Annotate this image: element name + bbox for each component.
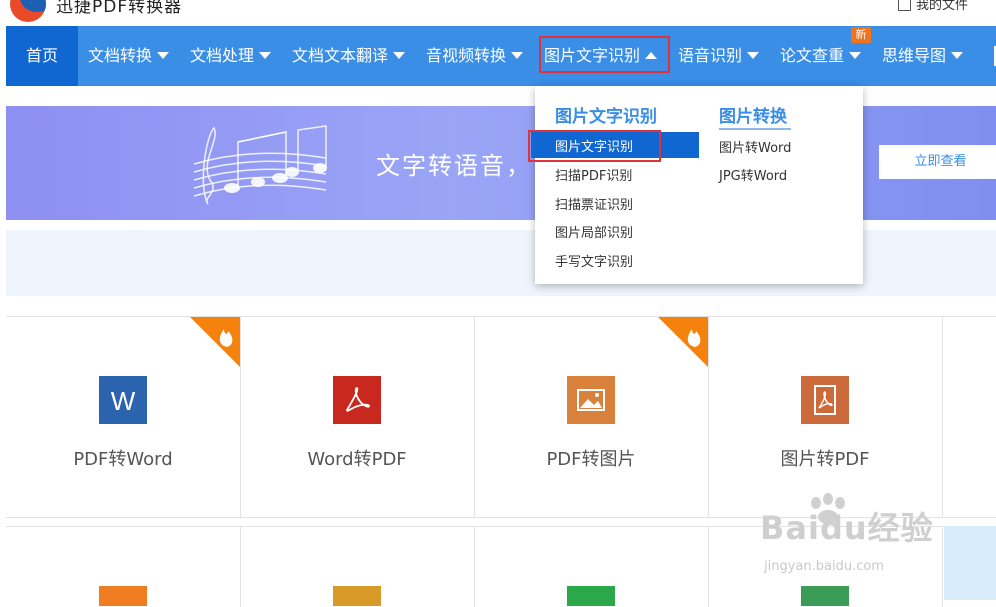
nav-item-mind-map[interactable]: 思维导图: [882, 26, 964, 86]
dropdown-item-handwriting-ocr[interactable]: 手写文字识别: [555, 251, 633, 270]
new-badge: 新: [851, 27, 871, 43]
main-nav: 首页 文档转换 文档处理 文档文本翻译 音视频转换 图片文字识别 语音识别 论文…: [6, 26, 996, 86]
nav-item-paper-check[interactable]: 论文查重: [780, 26, 862, 86]
chevron-down-icon: [747, 52, 760, 59]
svg-text:W: W: [111, 386, 136, 416]
document-icon[interactable]: [333, 586, 381, 606]
tool-label: 图片转PDF: [780, 449, 870, 470]
ppt-icon[interactable]: [99, 586, 147, 606]
chevron-down-icon: [849, 52, 862, 59]
watermark-url: jingyan.baidu.com: [764, 559, 884, 574]
pdf-icon: [333, 376, 381, 424]
brand-name[interactable]: 迅捷PDF转换器: [56, 0, 182, 17]
tool-grid: W PDF转Word Word转PDF PDF转图片 图片转PDF: [6, 316, 996, 518]
hot-fire-icon: [658, 317, 708, 367]
hot-fire-icon: [190, 317, 240, 367]
dropdown-item-scan-pdf-ocr[interactable]: 扫描PDF识别: [555, 165, 632, 184]
dropdown-item-image-to-word[interactable]: 图片转Word: [719, 137, 791, 156]
watermark-brand: Baidu经验: [760, 509, 934, 547]
my-files-link[interactable]: 我的文件: [897, 0, 968, 13]
banner-headline: 文字转语音，: [376, 152, 532, 180]
view-now-button[interactable]: 立即查看: [879, 145, 996, 179]
chevron-down-icon: [511, 52, 524, 59]
chevron-down-icon: [951, 52, 964, 59]
nav-item-home[interactable]: 首页: [6, 26, 78, 86]
highlight-box-nav: [539, 36, 670, 73]
tool-label: PDF转Word: [73, 449, 173, 470]
chevron-down-icon: [157, 52, 170, 59]
grid-divider: [240, 317, 241, 517]
my-files-label: 我的文件: [915, 0, 968, 13]
highlight-box-dropdown: [528, 130, 661, 162]
excel-icon[interactable]: [567, 586, 615, 606]
heading-underline: [719, 128, 791, 130]
dropdown-heading-ocr: 图片文字识别: [555, 107, 657, 127]
nav-item-doc-translate[interactable]: 文档文本翻译: [292, 26, 406, 86]
file-icon[interactable]: [801, 586, 849, 606]
grid-divider: [240, 527, 241, 607]
top-bar: 迅捷PDF转换器 我的文件: [0, 0, 996, 26]
dropdown-item-partial-image-ocr[interactable]: 图片局部识别: [555, 222, 633, 241]
chevron-down-icon: [393, 52, 406, 59]
pdf-icon: [801, 376, 849, 424]
grid-divider: [942, 317, 943, 517]
nav-item-speech-recognition[interactable]: 语音识别: [678, 26, 760, 86]
dropdown-heading-image-convert: 图片转换: [719, 107, 787, 127]
grid-divider: [474, 317, 475, 517]
app-logo-icon[interactable]: [10, 0, 46, 22]
tool-label: Word转PDF: [307, 449, 407, 470]
dropdown-item-jpg-to-word[interactable]: JPG转Word: [719, 165, 787, 184]
chevron-down-icon: [259, 52, 272, 59]
dropdown-item-scan-ticket-ocr[interactable]: 扫描票证识别: [555, 194, 633, 213]
image-icon: [567, 376, 615, 424]
nav-item-doc-process[interactable]: 文档处理: [190, 26, 272, 86]
music-notes-icon: [193, 125, 327, 205]
grid-divider: [708, 317, 709, 517]
tool-label: PDF转图片: [546, 449, 636, 470]
nav-item-av-convert[interactable]: 音视频转换: [426, 26, 524, 86]
word-icon: W: [99, 376, 147, 424]
grid-divider: [708, 527, 709, 607]
baidu-watermark: Baidu经验 jingyan.baidu.com: [760, 493, 960, 585]
grid-divider: [474, 527, 475, 607]
file-icon: [897, 0, 911, 11]
nav-item-doc-convert[interactable]: 文档转换: [88, 26, 170, 86]
